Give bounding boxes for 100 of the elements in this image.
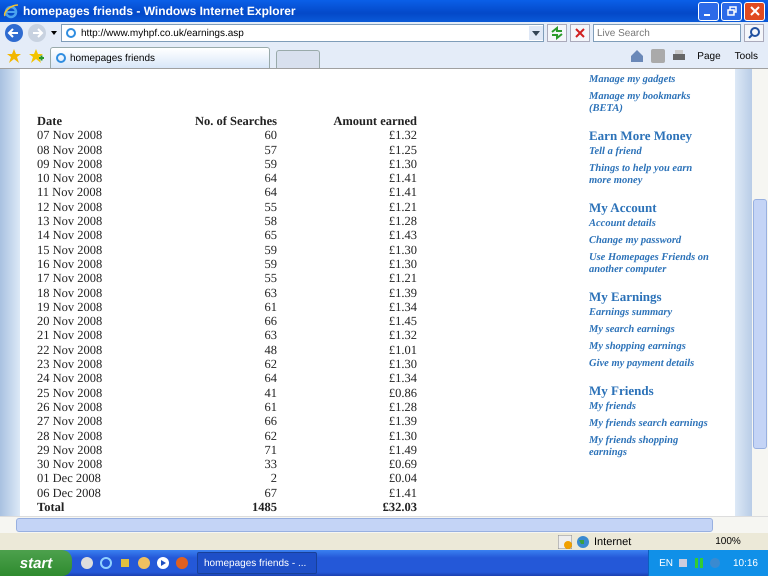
language-indicator[interactable]: EN xyxy=(659,558,673,568)
command-menu-button[interactable]: Page xyxy=(693,50,725,62)
sidebar-link[interactable]: Manage my bookmarks (BETA) xyxy=(589,91,709,115)
sidebar-link[interactable]: My friends search earnings xyxy=(589,418,709,430)
sidebar-link[interactable]: Earnings summary xyxy=(589,307,709,319)
table-cell-text: 67 xyxy=(264,486,277,500)
table-cell-text: 66 xyxy=(264,414,277,429)
new-tab-button[interactable] xyxy=(276,50,320,68)
scroll-thumb[interactable] xyxy=(753,199,767,449)
sidebar-link[interactable]: Manage my gadgets xyxy=(589,74,709,86)
total-cell-text: Total xyxy=(37,500,66,514)
table-cell-text: 30 Nov 2008 xyxy=(37,457,104,472)
browser-logo-icon[interactable] xyxy=(99,556,113,570)
table-cell-text: £1.30 xyxy=(388,428,417,443)
add-favorite-icon[interactable] xyxy=(28,48,44,64)
sidebar-link[interactable]: My friends xyxy=(589,401,709,413)
table-cell-text: 64 xyxy=(264,185,277,200)
sidebar-link[interactable]: My friends shopping earnings xyxy=(589,435,709,459)
sidebar-link[interactable]: Account details xyxy=(589,218,709,230)
close-button[interactable] xyxy=(744,2,765,20)
sidebar-link[interactable]: Change my password xyxy=(589,235,709,247)
sidebar-link[interactable]: My search earnings xyxy=(589,324,709,336)
table-cell-text: £0.04 xyxy=(388,471,417,486)
column-header: No. of Searches xyxy=(194,114,277,128)
page-icon xyxy=(65,27,77,39)
sidebar-link[interactable]: Tell a friend xyxy=(589,146,709,158)
table-cell-text: 09 Nov 2008 xyxy=(37,156,104,172)
sidebar-heading: My Earnings xyxy=(589,289,663,305)
search-field[interactable]: Live Search xyxy=(593,24,741,42)
clock: 10:16 xyxy=(732,558,758,568)
close-icon xyxy=(750,6,760,16)
table-cell-text: 59 xyxy=(264,256,277,272)
restore-icon xyxy=(726,6,736,16)
table-cell-text: 48 xyxy=(264,342,277,358)
search-button[interactable] xyxy=(744,24,764,42)
minimize-button[interactable] xyxy=(698,2,719,20)
table-cell-text: 55 xyxy=(264,271,277,286)
play-icon[interactable] xyxy=(156,556,170,570)
table-cell-text: 01 Dec 2008 xyxy=(37,471,102,486)
horizontal-scrollbar[interactable] xyxy=(0,516,768,533)
table-cell-text: 06 Dec 2008 xyxy=(37,486,102,500)
table-cell-text: 61 xyxy=(264,400,277,414)
table-cell-text: 14 Nov 2008 xyxy=(37,228,104,243)
caret-icon[interactable] xyxy=(50,29,58,37)
column-header: Date xyxy=(37,114,63,128)
window-title: homepages friends - Windows Internet Explorer xyxy=(23,4,297,18)
vertical-scrollbar[interactable] xyxy=(752,69,768,516)
table-cell-text: 24 Nov 2008 xyxy=(37,371,104,386)
table-cell-text: £1.45 xyxy=(388,314,417,328)
home-icon[interactable] xyxy=(629,48,646,64)
table-cell-text: 63 xyxy=(264,328,277,343)
restore-button[interactable] xyxy=(721,2,742,20)
table-cell-text: £1.21 xyxy=(388,200,417,214)
table-cell-text: £1.39 xyxy=(388,414,417,429)
back-button[interactable] xyxy=(4,23,24,43)
sidebar-link[interactable]: Give my payment details xyxy=(589,358,709,370)
table-cell-text: 71 xyxy=(264,442,277,458)
favorites-star-icon[interactable] xyxy=(6,48,22,64)
table-cell-text: 10 Nov 2008 xyxy=(37,171,104,186)
column-header: Amount earned xyxy=(332,114,417,128)
dropdown-icon[interactable] xyxy=(529,26,543,40)
total-cell-text: 1485 xyxy=(251,500,277,514)
table-cell-text: £1.30 xyxy=(388,242,417,257)
sidebar-link[interactable]: Use Homepages Friends on another computer xyxy=(589,252,709,276)
minimize-icon xyxy=(704,14,710,16)
table-cell-text: 58 xyxy=(264,214,277,228)
quick-launch-icon[interactable] xyxy=(80,556,94,570)
table-cell-text: 18 Nov 2008 xyxy=(37,286,104,300)
quick-launch-icon[interactable] xyxy=(137,556,151,570)
table-cell-text: £1.43 xyxy=(388,228,417,243)
table-cell-text: 19 Nov 2008 xyxy=(37,300,104,314)
command-menu-button[interactable]: Tools xyxy=(730,50,762,62)
table-cell-text: 13 Nov 2008 xyxy=(37,214,104,228)
table-cell-text: 20 Nov 2008 xyxy=(37,314,104,328)
quick-launch-icon[interactable] xyxy=(118,556,132,570)
start-button[interactable]: start xyxy=(0,550,72,576)
table-cell-text: 25 Nov 2008 xyxy=(37,386,104,400)
scroll-thumb[interactable] xyxy=(16,518,713,532)
table-cell-text: £1.01 xyxy=(388,342,417,358)
table-cell-text: £1.39 xyxy=(388,286,417,300)
table-cell-text: 21 Nov 2008 xyxy=(37,328,104,343)
sidebar-link[interactable]: My shopping earnings xyxy=(589,341,709,353)
search-icon xyxy=(747,26,761,40)
table-cell-text: 17 Nov 2008 xyxy=(37,271,104,286)
zoom-button[interactable]: 100% xyxy=(698,535,758,548)
table-cell-text: 65 xyxy=(264,228,277,243)
sidebar-link[interactable]: Things to help you earn more money xyxy=(589,163,709,187)
page-icon xyxy=(55,52,67,64)
table-cell-text: 15 Nov 2008 xyxy=(37,242,104,257)
browser-tab[interactable]: homepages friends xyxy=(50,47,270,68)
table-cell-text: £1.41 xyxy=(388,185,417,200)
refresh-icon xyxy=(550,26,564,40)
table-cell-text: 2 xyxy=(270,471,277,486)
stop-button[interactable] xyxy=(570,24,590,42)
taskbar-button[interactable]: homepages friends - ... xyxy=(197,552,317,574)
total-cell-text: £32.03 xyxy=(382,500,417,514)
address-field[interactable]: http://www.myhpf.co.uk/earnings.asp xyxy=(61,24,544,42)
table-cell-text: £1.41 xyxy=(388,486,417,500)
table-cell-text: 28 Nov 2008 xyxy=(37,428,104,443)
table-cell-text: 62 xyxy=(264,357,277,372)
